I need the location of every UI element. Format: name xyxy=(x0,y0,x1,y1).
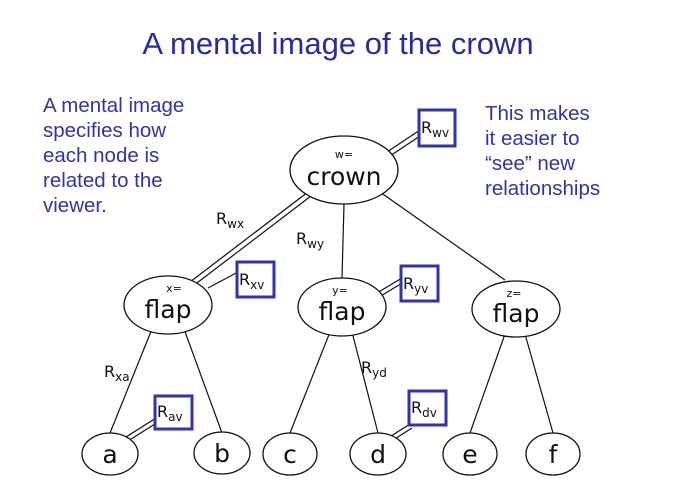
viewer-label-base: R xyxy=(411,398,422,417)
edge-z-e xyxy=(469,333,506,434)
viewer-label-base: R xyxy=(157,402,168,421)
node-w-tag: w= xyxy=(335,148,353,161)
node-y-word: flap xyxy=(319,297,366,326)
edge-label-sub: wy xyxy=(307,237,324,251)
viewer-label-sub: av xyxy=(168,410,182,424)
edge-label-yd: Ryd xyxy=(361,358,387,380)
node-c-word: c xyxy=(283,440,297,469)
slide: A mental image of the crown A mental ima… xyxy=(0,0,676,489)
viewer-label-base: R xyxy=(421,118,432,137)
edge-label-base: R xyxy=(104,362,115,381)
node-d-word: d xyxy=(370,440,386,469)
edge-y-c xyxy=(289,331,331,434)
viewer-link-wv xyxy=(383,129,421,155)
edge-label-base: R xyxy=(216,209,227,228)
node-y-tag: y= xyxy=(332,284,348,297)
node-a-word: a xyxy=(102,440,117,469)
viewer-link-av xyxy=(125,417,157,438)
viewer-label-base: R xyxy=(403,274,414,293)
viewer-label-sub: yv xyxy=(414,282,428,296)
node-x-word: flap xyxy=(145,295,192,324)
edge-y-d xyxy=(351,331,379,434)
edge-z-f xyxy=(524,333,554,434)
node-b-word: b xyxy=(214,439,230,468)
viewer-link-xv xyxy=(207,271,239,289)
edge-w-z xyxy=(379,191,506,281)
edge-label-wy: Rwy xyxy=(296,229,324,251)
edge-label-sub: wx xyxy=(227,217,244,231)
node-x-tag: x= xyxy=(166,282,182,295)
edge-label-base: R xyxy=(296,229,307,248)
viewer-label-sub: dv xyxy=(422,406,437,420)
edge-label-wx: Rwx xyxy=(216,209,244,231)
viewer-label-sub: wv xyxy=(432,126,449,140)
node-f-word: f xyxy=(549,440,559,469)
edge-label-xa: Rxa xyxy=(104,362,130,384)
edge-label-sub: yd xyxy=(372,366,387,380)
edge-label-base: R xyxy=(361,358,372,377)
node-z-word: flap xyxy=(493,299,540,328)
node-w-word: crown xyxy=(306,162,381,191)
viewer-label-sub: xv xyxy=(250,278,264,292)
tree-diagram: w= crown x= flap y= flap z= flap a b c d… xyxy=(81,108,581,476)
viewer-label-base: R xyxy=(239,270,250,289)
edge-label-sub: xa xyxy=(115,370,129,384)
node-e-word: e xyxy=(462,440,477,469)
edge-w-y xyxy=(341,203,345,279)
